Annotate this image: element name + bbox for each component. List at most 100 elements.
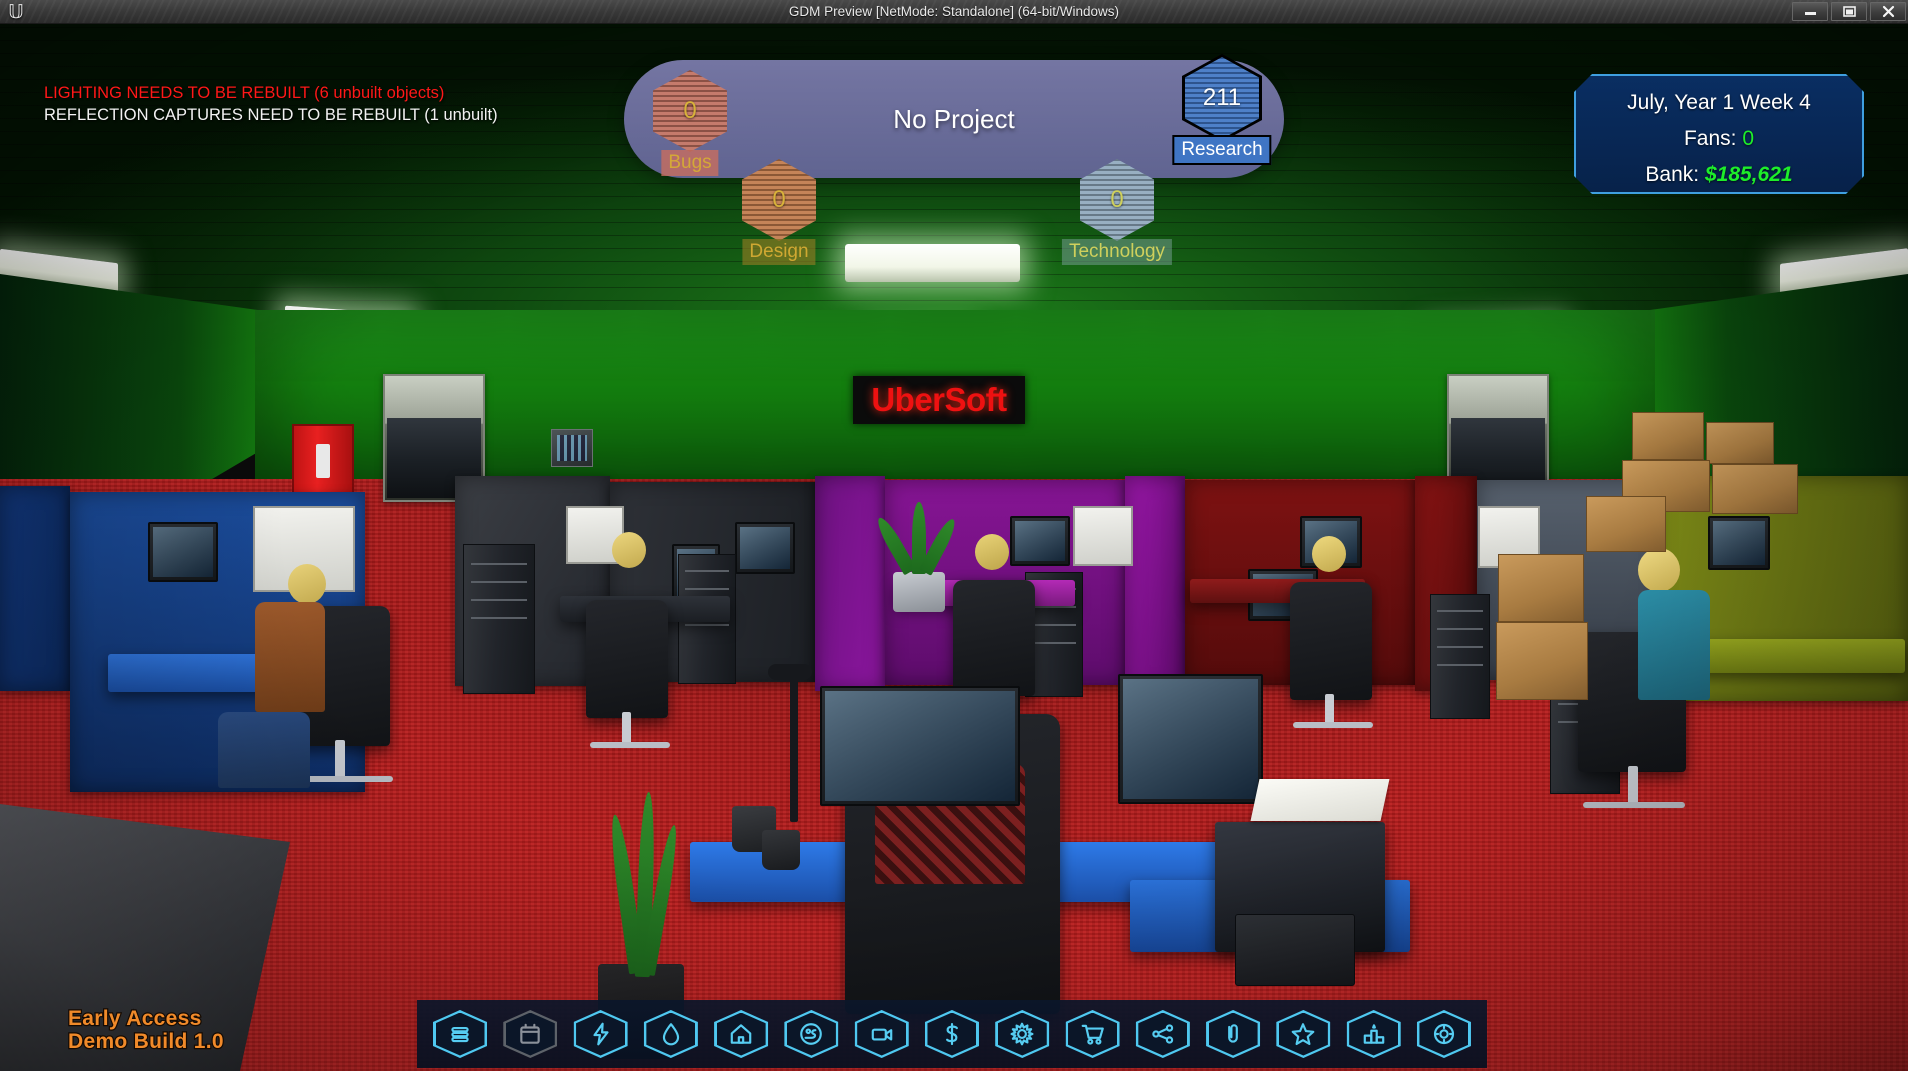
wall-control-panel — [551, 429, 593, 467]
office-chair — [1290, 582, 1372, 700]
home-icon — [730, 1024, 752, 1044]
research-label: Research — [1172, 135, 1272, 165]
bank-label: Bank: — [1645, 163, 1700, 186]
stat-research[interactable]: 211 Research — [1172, 54, 1272, 165]
cubicle-partition — [1125, 476, 1185, 691]
reflection-warning: REFLECTION CAPTURES NEED TO BE REBUILT (… — [44, 106, 498, 125]
office-button[interactable] — [714, 1010, 769, 1058]
build-line-2: Demo Build 1.0 — [67, 1029, 225, 1054]
awards-button[interactable] — [1346, 1010, 1401, 1058]
technology-label: Technology — [1061, 239, 1173, 265]
shop-button[interactable] — [1065, 1010, 1120, 1058]
maximize-icon[interactable] — [1831, 2, 1867, 21]
plant-pot — [893, 572, 945, 612]
energy-button[interactable] — [573, 1010, 628, 1058]
podium-icon — [1363, 1024, 1384, 1044]
tasks-list-button[interactable] — [433, 1010, 487, 1058]
employee-head — [975, 534, 1009, 570]
bugs-value: 0 — [683, 97, 697, 124]
employee-head — [1638, 548, 1680, 592]
paperclip-icon — [1228, 1024, 1238, 1043]
employee-body — [255, 602, 325, 712]
technology-hexagon-icon: 0 — [1080, 159, 1154, 241]
reviews-button[interactable] — [1276, 1010, 1331, 1058]
chair-base — [297, 776, 393, 782]
window-titlebar[interactable]: 𝕌 GDM Preview [NetMode: Standalone] (64-… — [0, 0, 1908, 24]
monitor — [1010, 516, 1070, 566]
office-chair — [586, 600, 668, 718]
bugs-label: Bugs — [661, 150, 719, 176]
coffee-mug — [762, 830, 800, 870]
droplet-icon — [662, 1023, 679, 1046]
network-button[interactable] — [1135, 1010, 1190, 1058]
design-label: Design — [742, 239, 816, 265]
chair-base — [1293, 722, 1373, 728]
calendar-icon — [520, 1023, 541, 1044]
research-hexagon-icon: 211 — [1185, 57, 1259, 139]
employee-body — [1638, 590, 1710, 700]
finance-button[interactable] — [924, 1010, 979, 1058]
filing-cabinet — [463, 544, 535, 694]
bank-value: $185,621 — [1704, 163, 1793, 186]
cubicle-partition — [0, 486, 70, 691]
star-icon — [1292, 1023, 1315, 1046]
whiteboard — [1073, 506, 1133, 566]
desk-lamp — [790, 672, 798, 822]
monitor — [148, 522, 218, 582]
chair-stem — [1325, 694, 1334, 724]
cardboard-box — [1498, 554, 1584, 622]
water-button[interactable] — [643, 1010, 698, 1058]
monitor — [1118, 674, 1263, 804]
ceiling-light — [845, 244, 1020, 282]
calendar-button[interactable] — [503, 1010, 558, 1058]
company-name: UberSoft — [871, 381, 1007, 418]
settings-button[interactable] — [1416, 1010, 1471, 1058]
window-controls — [1792, 2, 1906, 21]
stat-bugs[interactable]: 0 Bugs — [653, 70, 727, 176]
settings-icon — [1433, 1023, 1455, 1045]
unreal-engine-logo-icon: 𝕌 — [8, 1, 24, 23]
monitor — [735, 522, 795, 574]
bugs-hexagon-icon: 0 — [653, 70, 727, 152]
close-icon[interactable] — [1870, 2, 1906, 21]
dollar-icon — [946, 1022, 958, 1046]
filing-cabinet — [1430, 594, 1490, 719]
fans-row: Fans: 0 — [1576, 121, 1862, 157]
contracts-button[interactable] — [1206, 1010, 1261, 1058]
share-icon — [1152, 1024, 1173, 1044]
cardboard-box — [1706, 422, 1774, 464]
monitor — [1708, 516, 1770, 570]
desk-lamp-head — [768, 664, 812, 680]
game-date: July, Year 1 Week 4 — [1627, 91, 1811, 114]
company-sign: UberSoft — [853, 376, 1025, 424]
game-window: 𝕌 GDM Preview [NetMode: Standalone] (64-… — [0, 0, 1908, 1071]
marketing-button[interactable] — [854, 1010, 909, 1058]
fans-value: 0 — [1742, 127, 1755, 150]
monitor — [820, 686, 1020, 806]
technology-value: 0 — [1110, 186, 1124, 213]
employee-head — [288, 564, 326, 604]
chair-base — [590, 742, 670, 748]
status-info-panel: July, Year 1 Week 4 Fans: 0 Bank: $185,6… — [1574, 74, 1864, 194]
list-icon — [451, 1026, 469, 1043]
staff-button[interactable] — [784, 1010, 839, 1058]
desk-phone — [1235, 914, 1355, 986]
gear-sun-icon — [1010, 1022, 1034, 1046]
person-icon — [800, 1023, 823, 1045]
lighting-warning: LIGHTING NEEDS TO BE REBUILT (6 unbuilt … — [44, 84, 445, 102]
employee-legs — [218, 712, 310, 788]
research-value: 211 — [1202, 84, 1242, 111]
research-button[interactable] — [995, 1010, 1050, 1058]
employee-head — [1312, 536, 1346, 572]
minimize-icon[interactable] — [1792, 2, 1828, 21]
video-camera-icon — [871, 1028, 892, 1041]
fans-label: Fans: — [1683, 127, 1737, 150]
chair-stem — [335, 740, 345, 778]
stat-technology[interactable]: 0 Technology — [1061, 159, 1173, 265]
design-hexagon-icon: 0 — [742, 159, 816, 241]
build-line-1: Early Access — [67, 1006, 203, 1031]
main-toolbar — [417, 1000, 1487, 1068]
window-title: GDM Preview [NetMode: Standalone] (64-bi… — [788, 4, 1120, 19]
stat-design[interactable]: 0 Design — [742, 159, 816, 265]
game-viewport[interactable]: UberSoft LIGHTING NEEDS TO BE REBUILT (6… — [0, 24, 1908, 1071]
